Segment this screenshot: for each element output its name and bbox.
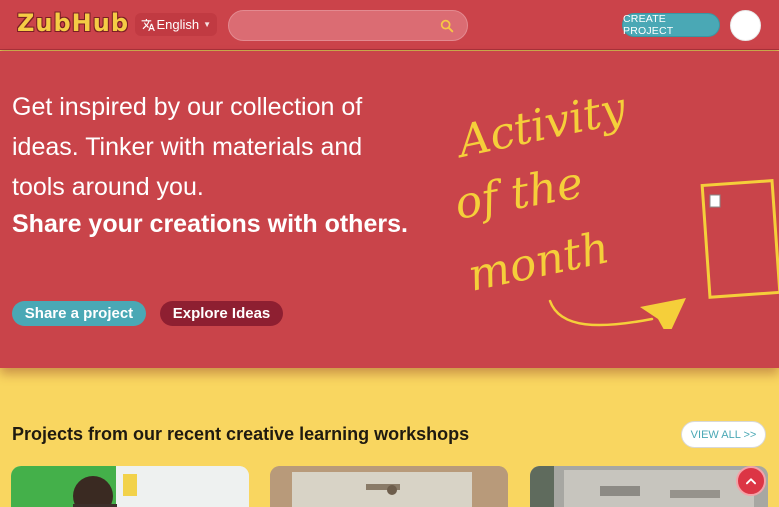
project-thumbnail [270,466,508,507]
search-icon[interactable] [439,18,455,34]
hero-banner: Get inspired by our collection of ideas.… [0,51,779,368]
activity-text-line3: month [464,222,614,302]
activity-text-line2: of the [451,157,587,230]
user-avatar[interactable] [730,10,761,41]
broken-image-icon [709,194,721,208]
activity-of-the-month-graphic[interactable]: Activity of the month [440,79,779,329]
scroll-to-top-button[interactable] [736,466,766,496]
view-all-button[interactable]: VIEW ALL >> [681,421,766,448]
project-card[interactable] [270,466,508,507]
zubhub-logo[interactable]: ZubHub [17,9,129,37]
share-project-button[interactable]: Share a project [12,301,146,326]
create-project-button[interactable]: CREATE PROJECT [622,13,720,37]
activity-text-line1: Activity [450,82,632,168]
chevron-up-icon [745,478,757,485]
project-card[interactable] [530,466,768,507]
hero-bold-text: Share your creations with others. [12,210,408,238]
search-bar[interactable] [228,10,468,41]
explore-ideas-button[interactable]: Explore Ideas [160,301,283,326]
language-selector[interactable]: English ▼ [135,13,217,36]
projects-section-title: Projects from our recent creative learni… [12,424,470,444]
caret-down-icon: ▼ [203,20,211,29]
arrow-head [640,298,686,329]
project-thumbnail [530,466,768,507]
language-label: English [156,17,200,32]
top-navbar: ZubHub English ▼ CREATE PROJECT [0,0,779,50]
project-card[interactable] [11,466,249,507]
project-thumbnail [11,466,249,507]
pointing-arrow [548,299,654,327]
hero-intro-text: Get inspired by our collection of ideas.… [12,93,363,201]
translate-icon [141,18,155,31]
